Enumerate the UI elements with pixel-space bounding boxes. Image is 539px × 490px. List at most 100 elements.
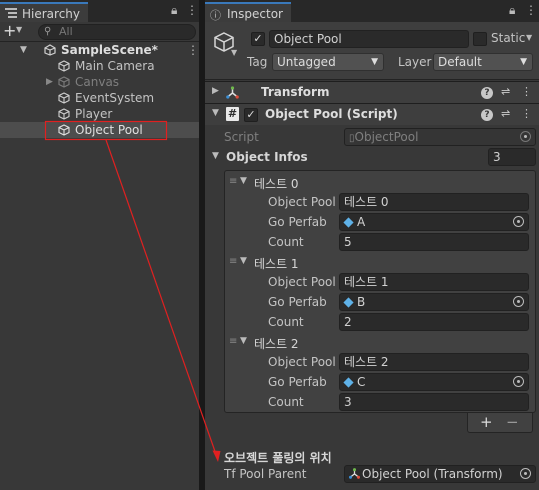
script-label: Script: [224, 130, 259, 144]
object-picker-icon[interactable]: [513, 296, 524, 307]
hierarchy-item-label: EventSystem: [75, 91, 155, 105]
hierarchy-item-label: Player: [75, 107, 113, 121]
unity-scene-icon: [44, 44, 56, 56]
chevron-down-icon: ▼: [520, 57, 527, 67]
object-pool-name-label: Object Pool I: [268, 355, 344, 369]
element-title: 테스트 2: [254, 337, 299, 351]
object-pool-name-field[interactable]: 테스트 1: [339, 273, 529, 291]
count-field[interactable]: 2: [339, 313, 529, 331]
object-picker-icon[interactable]: [520, 468, 531, 479]
go-prefab-value: B: [357, 295, 366, 309]
hierarchy-item-label: Canvas: [75, 75, 120, 89]
hierarchy-item[interactable]: Main Camera: [0, 58, 199, 74]
search-icon: ⚲: [44, 26, 52, 37]
hierarchy-item[interactable]: Player: [0, 106, 199, 122]
add-element-button[interactable]: +: [480, 413, 493, 431]
active-checkbox[interactable]: ✓: [251, 32, 265, 46]
lock-icon[interactable]: 🔒︎: [509, 3, 515, 18]
expand-arrow-icon[interactable]: ▶: [212, 86, 219, 96]
pool-parent-field[interactable]: Object Pool (Transform): [344, 465, 536, 483]
more-menu-icon[interactable]: ⋮: [186, 3, 198, 17]
remove-element-button[interactable]: −: [506, 413, 519, 431]
go-prefab-value: A: [357, 215, 366, 229]
count-label: Count: [268, 315, 304, 329]
object-picker-icon[interactable]: [513, 376, 524, 387]
script-icon: #: [226, 107, 239, 121]
inspector-tab-label: Inspector: [227, 7, 283, 21]
drag-handle-icon[interactable]: ≡: [229, 176, 238, 187]
search-input[interactable]: ⚲ All: [38, 24, 196, 40]
layer-dropdown[interactable]: Default ▼: [433, 53, 533, 71]
create-button[interactable]: +: [3, 22, 16, 40]
count-field[interactable]: 3: [339, 393, 529, 411]
count-field[interactable]: 5: [339, 233, 529, 251]
script-component-header[interactable]: ▼ # ✓ Object Pool (Script) ? ⇌ ⋮: [205, 103, 539, 125]
script-field: ▯ObjectPool: [344, 128, 536, 146]
count-label: Count: [268, 235, 304, 249]
scene-menu-icon[interactable]: ⋮: [187, 42, 199, 58]
chevron-down-icon[interactable]: ▼: [526, 33, 532, 42]
scene-row[interactable]: ▼ SampleScene* ⋮: [0, 42, 199, 58]
chevron-down-icon: ▼: [371, 57, 378, 67]
go-prefab-value: C: [357, 375, 366, 389]
expand-arrow-icon[interactable]: ▶: [46, 74, 53, 90]
expand-arrow-icon[interactable]: ▼: [240, 176, 247, 186]
object-infos-size-field[interactable]: 3: [488, 148, 536, 166]
gameobject-icon: [58, 124, 70, 136]
presets-icon[interactable]: ⇌: [501, 85, 510, 98]
drag-handle-icon[interactable]: ≡: [229, 256, 238, 267]
inspector-tab[interactable]: ⓘ Inspector: [205, 2, 291, 22]
help-icon[interactable]: ?: [481, 109, 493, 121]
object-pool-name-field[interactable]: 테스트 0: [339, 193, 529, 211]
hierarchy-tabbar: Hierarchy 🔒︎ ⋮: [0, 0, 199, 22]
list-add-remove: + −: [467, 413, 533, 433]
go-prefab-field[interactable]: A: [339, 213, 529, 231]
component-menu-icon[interactable]: ⋮: [521, 107, 532, 120]
chevron-down-icon[interactable]: ▼: [16, 25, 22, 34]
transform-component-header[interactable]: ▶ Transform ? ⇌ ⋮: [205, 81, 539, 103]
transform-title: Transform: [261, 85, 330, 99]
object-pool-name-label: Object Pool I: [268, 195, 344, 209]
expand-arrow-icon[interactable]: ▼: [240, 256, 247, 266]
transform-icon: [226, 86, 239, 99]
go-prefab-label: Go Perfab: [268, 215, 327, 229]
hierarchy-panel: Hierarchy 🔒︎ ⋮ + ▼ ⚲ All ▼ SampleScene* …: [0, 0, 199, 490]
script-value: ObjectPool: [354, 130, 419, 144]
hierarchy-item-label: Main Camera: [75, 59, 155, 73]
expand-arrow-icon[interactable]: ▼: [20, 42, 27, 58]
go-prefab-label: Go Perfab: [268, 375, 327, 389]
transform-icon: [349, 468, 360, 479]
component-enabled-checkbox[interactable]: ✓: [244, 108, 258, 122]
go-prefab-field[interactable]: C: [339, 373, 529, 391]
static-checkbox[interactable]: [473, 32, 487, 46]
object-pool-name-field[interactable]: 테스트 2: [339, 353, 529, 371]
drag-handle-icon[interactable]: ≡: [229, 336, 238, 347]
gameobject-icon: [58, 76, 70, 88]
tag-dropdown[interactable]: Untagged ▼: [272, 53, 384, 71]
gameobject-icon: [58, 108, 70, 120]
inspector-tabbar: ⓘ Inspector 🔒︎ ⋮: [205, 0, 539, 22]
object-infos-label: Object Infos: [226, 150, 308, 164]
object-name-field[interactable]: Object Pool: [269, 30, 469, 48]
hierarchy-list-icon: [5, 8, 17, 18]
expand-arrow-icon[interactable]: ▼: [240, 336, 247, 346]
go-prefab-field[interactable]: B: [339, 293, 529, 311]
go-prefab-label: Go Perfab: [268, 295, 327, 309]
object-picker-icon[interactable]: [513, 216, 524, 227]
hierarchy-item-label: Object Pool: [75, 123, 143, 137]
chevron-down-icon[interactable]: ▼: [231, 48, 237, 57]
help-icon[interactable]: ?: [481, 87, 493, 99]
section-header: 오브젝트 풀링의 위치: [224, 451, 332, 465]
tag-label: Tag: [247, 55, 268, 69]
prefab-icon: [343, 377, 354, 388]
lock-icon[interactable]: 🔒︎: [171, 3, 177, 18]
component-menu-icon[interactable]: ⋮: [521, 85, 532, 98]
hierarchy-item[interactable]: ▶ Canvas: [0, 74, 199, 90]
hierarchy-tab[interactable]: Hierarchy: [0, 2, 89, 22]
hierarchy-item-selected[interactable]: Object Pool: [0, 122, 199, 138]
expand-arrow-icon[interactable]: ▼: [212, 151, 219, 161]
more-menu-icon[interactable]: ⋮: [525, 3, 537, 17]
hierarchy-item[interactable]: EventSystem: [0, 90, 199, 106]
presets-icon[interactable]: ⇌: [501, 107, 510, 120]
expand-arrow-icon[interactable]: ▼: [212, 108, 219, 118]
